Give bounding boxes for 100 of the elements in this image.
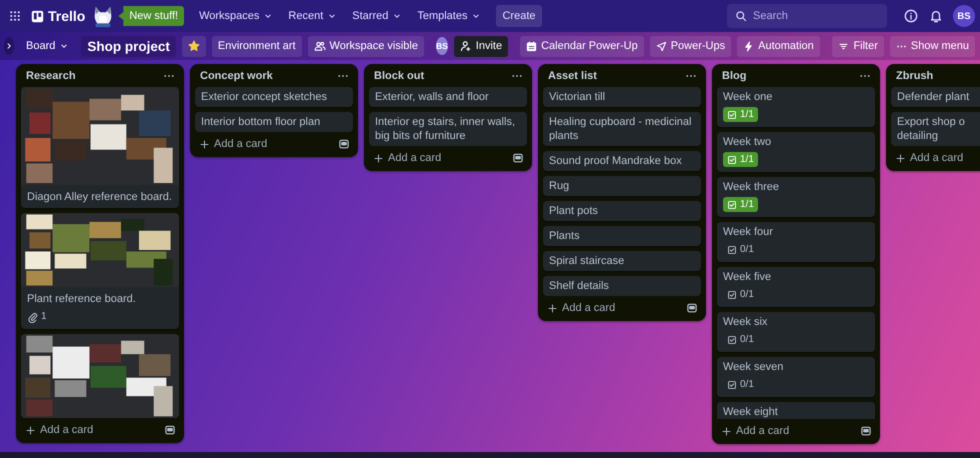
checklist-count: 1/1 xyxy=(740,108,754,121)
nav-menu[interactable]: Recent xyxy=(282,5,344,27)
card-title: Week three xyxy=(723,180,780,194)
search-icon xyxy=(735,10,747,22)
card-title: Week seven xyxy=(723,360,784,374)
checklist-count: 0/1 xyxy=(740,333,754,346)
list-title: Concept work xyxy=(200,70,273,82)
card[interactable]: Week four 0/1 xyxy=(717,222,875,262)
visibility-button[interactable]: Workspace visible xyxy=(308,36,424,56)
card[interactable]: Week five 0/1 xyxy=(717,267,875,307)
card[interactable]: Spiral staircase xyxy=(543,251,701,271)
add-card-button[interactable]: Add a card xyxy=(544,301,618,315)
template-icon[interactable] xyxy=(860,425,872,437)
checklist-icon xyxy=(727,380,737,390)
card[interactable]: Defender plant xyxy=(891,87,980,107)
card[interactable]: Sound proof Mandrake box xyxy=(543,151,701,171)
checklist-count: 0/1 xyxy=(740,288,754,301)
paperclip-icon xyxy=(27,312,38,322)
template-icon[interactable] xyxy=(338,138,350,150)
power-ups-button[interactable]: Power-Ups xyxy=(650,36,732,56)
card-title: Week five xyxy=(723,270,772,284)
card[interactable]: Healing cupboard - medicinal plants xyxy=(543,112,701,146)
calendar-button[interactable]: Calendar Power-Up xyxy=(520,36,644,56)
plus-icon xyxy=(895,152,906,164)
attachment-count: 1 xyxy=(41,310,47,324)
card[interactable]: Week two 1/1 xyxy=(717,132,875,172)
apps-icon xyxy=(9,10,21,22)
people-icon xyxy=(314,40,326,52)
add-card-button[interactable]: Add a card xyxy=(22,423,96,437)
card[interactable]: Week one 1/1 xyxy=(717,87,875,127)
card[interactable]: Plant reference board. 1 xyxy=(21,213,179,329)
card[interactable]: Victorian till xyxy=(543,87,701,107)
scrollbar[interactable] xyxy=(0,452,980,458)
checklist-count: 1/1 xyxy=(740,153,754,166)
list-title: Research xyxy=(26,70,76,82)
bell-icon xyxy=(929,9,943,23)
menu-button[interactable]: Show menu xyxy=(890,36,975,56)
list-title: Blog xyxy=(722,70,746,82)
add-card-button[interactable]: Add a card xyxy=(196,137,270,151)
plus-icon xyxy=(199,138,210,150)
checklist-icon xyxy=(727,200,737,210)
card-title: Diagon Alley reference board. xyxy=(26,190,173,205)
new-stuff-button[interactable]: New stuff! xyxy=(118,6,184,26)
trello-logo[interactable]: Trello xyxy=(28,5,88,27)
paper-plane-icon xyxy=(656,40,667,52)
star-button[interactable] xyxy=(182,36,206,56)
checklist-icon xyxy=(727,334,737,344)
list-title: Asset list xyxy=(548,70,597,82)
card[interactable]: Rug xyxy=(543,176,701,196)
checklist-icon xyxy=(727,110,737,120)
workspace-button[interactable]: Environment art xyxy=(212,36,302,56)
card[interactable]: Interior eg stairs, inner walls, big bits of furniture xyxy=(369,112,527,146)
card-title: Week one xyxy=(723,90,774,104)
board-icon xyxy=(31,10,44,22)
card[interactable]: Interior bottom floor plan xyxy=(195,112,353,132)
add-card-button[interactable]: Add a card xyxy=(892,151,966,165)
card[interactable]: Week seven 0/1 xyxy=(717,357,875,397)
nav-menu[interactable]: Workspaces xyxy=(193,5,280,27)
board-title[interactable]: Shop project xyxy=(81,36,176,56)
card[interactable]: Shelf details xyxy=(543,276,701,296)
card[interactable]: Exterior concept sketches xyxy=(195,87,353,107)
add-card-button[interactable]: Add a card xyxy=(718,424,792,438)
nav-menu[interactable]: Templates xyxy=(411,5,488,27)
card-title: Week two xyxy=(723,135,772,149)
create-button[interactable]: Create xyxy=(496,5,542,27)
card[interactable]: Exterior, walls and floor xyxy=(369,87,527,107)
checklist-icon xyxy=(727,290,737,300)
template-icon[interactable] xyxy=(512,152,524,164)
lightning-icon xyxy=(743,40,754,52)
card[interactable]: Diagon Alley reference board. xyxy=(21,87,179,208)
template-icon[interactable] xyxy=(686,302,698,314)
template-icon[interactable] xyxy=(164,424,176,436)
checklist-icon xyxy=(727,244,737,254)
view-switcher[interactable]: Board xyxy=(20,36,76,56)
checklist-icon xyxy=(727,154,737,164)
person-add-icon xyxy=(460,40,472,52)
card-title: Week four xyxy=(723,225,774,239)
plus-icon xyxy=(547,302,558,314)
card[interactable]: Week three 1/1 xyxy=(717,177,875,217)
card[interactable]: Plant pots xyxy=(543,201,701,221)
list-title: Zbrush xyxy=(896,70,934,82)
expand-button[interactable] xyxy=(4,37,14,55)
card-title: Week six xyxy=(723,315,768,329)
automation-button[interactable]: Automation xyxy=(737,36,820,56)
card[interactable]: Week six 0/1 xyxy=(717,312,875,352)
checklist-count: 0/1 xyxy=(740,378,754,391)
list-title: Block out xyxy=(374,70,424,82)
filter-button[interactable]: Filter xyxy=(832,36,884,56)
card[interactable]: Export shop o detailing xyxy=(891,112,980,146)
plus-icon xyxy=(721,426,732,436)
calendar-icon xyxy=(526,40,538,52)
card-title: Plant reference board. xyxy=(26,292,137,307)
add-card-button[interactable]: Add a card xyxy=(370,151,444,165)
user-avatar[interactable]: BS xyxy=(953,5,975,27)
card[interactable]: Plants xyxy=(543,226,701,246)
card[interactable]: Week eight xyxy=(717,402,875,419)
checklist-count: 1/1 xyxy=(740,198,754,211)
info-icon xyxy=(904,9,918,23)
nav-menu[interactable]: Starred xyxy=(346,5,408,27)
invite-button[interactable]: Invite xyxy=(454,36,508,56)
